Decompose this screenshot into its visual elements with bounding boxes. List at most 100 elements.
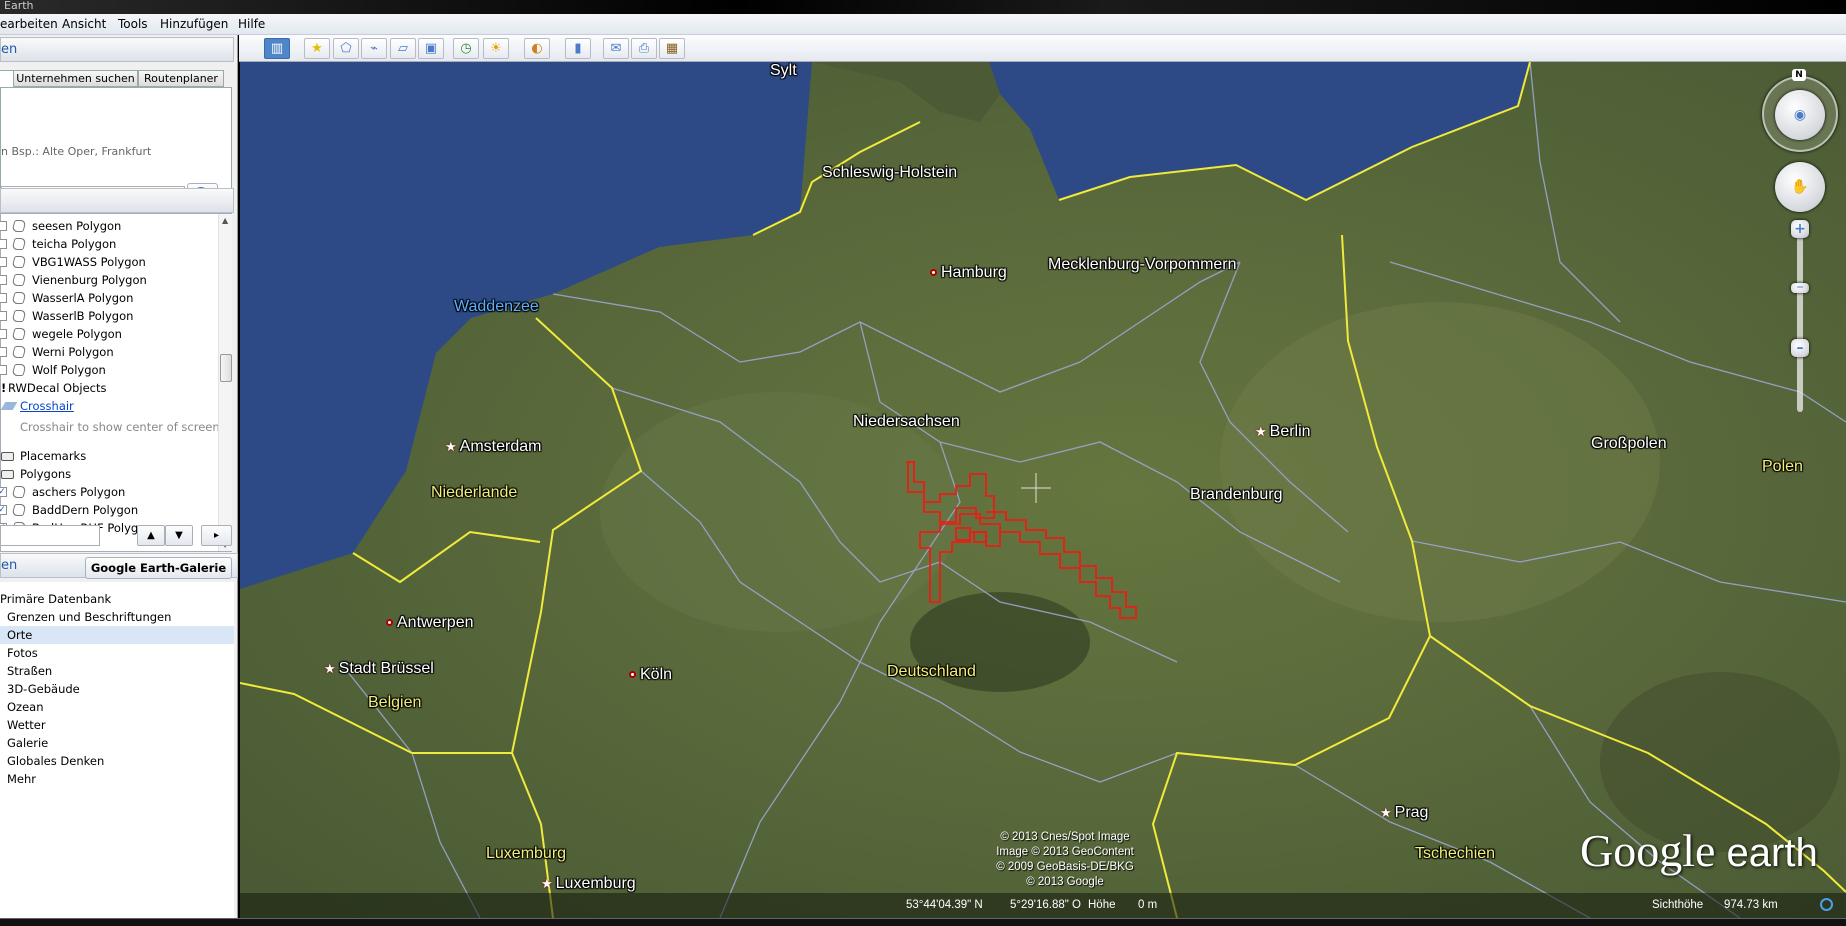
- sidebar-toggle-button[interactable]: ▥: [264, 38, 290, 59]
- layer-item-label: Primäre Datenbank: [0, 592, 112, 606]
- record-tour-button[interactable]: ▣: [418, 38, 444, 59]
- record-tour-icon: ▣: [424, 41, 438, 56]
- map-view[interactable]: Schleswig-Holstein Hamburg Mecklenburg-Vor…: [240, 62, 1846, 918]
- scrollbar-thumb[interactable]: [220, 354, 232, 382]
- places-scrollbar[interactable]: ▲ ▼: [218, 214, 232, 551]
- visibility-checkbox[interactable]: [0, 311, 7, 321]
- map-label[interactable]: Niedersachsen: [853, 413, 960, 431]
- map-label[interactable]: Luxemburg: [486, 845, 566, 863]
- visibility-checkbox[interactable]: [0, 293, 7, 303]
- expand-button[interactable]: ▸: [201, 525, 232, 546]
- map-label[interactable]: Sylt: [770, 62, 797, 80]
- map-label-text: Großpolen: [1591, 435, 1667, 452]
- map-label[interactable]: ★ Prag: [1380, 804, 1428, 822]
- layer-item[interactable]: Wetter: [0, 716, 234, 734]
- layer-item[interactable]: Straßen: [0, 662, 234, 680]
- map-label[interactable]: Tschechien: [1415, 845, 1495, 863]
- map-label-text: Tschechien: [1415, 845, 1496, 862]
- print-button[interactable]: ⎙: [631, 38, 657, 59]
- map-label-text: Belgien: [368, 694, 422, 711]
- map-label[interactable]: Polen: [1762, 458, 1803, 476]
- map-label[interactable]: ★ Luxemburg: [541, 875, 636, 893]
- tab-route-planner[interactable]: Routenplaner: [138, 70, 224, 87]
- layer-item[interactable]: Orte: [0, 626, 234, 644]
- place-item-label[interactable]: Crosshair: [20, 397, 74, 415]
- menu-bearbeiten[interactable]: earbeiten: [0, 17, 58, 31]
- map-label[interactable]: Hamburg: [930, 264, 1007, 282]
- sunlight-button[interactable]: ☀: [483, 38, 509, 59]
- add-image-overlay-button[interactable]: ▱: [390, 38, 416, 59]
- add-placemark-button[interactable]: ★: [304, 38, 330, 59]
- save-image-button[interactable]: ▦: [659, 38, 685, 59]
- move-up-button[interactable]: ▲: [137, 525, 165, 546]
- move-down-button[interactable]: ▼: [165, 525, 193, 546]
- layer-item[interactable]: Galerie: [0, 734, 234, 752]
- places-panel-header[interactable]: [0, 188, 234, 213]
- menu-hilfe[interactable]: Hilfe: [238, 17, 265, 31]
- menu-ansicht[interactable]: Ansicht: [62, 17, 106, 31]
- switch-planet-button[interactable]: ◐: [524, 38, 550, 59]
- places-filter-input[interactable]: [0, 525, 100, 546]
- map-label[interactable]: Belgien: [368, 694, 421, 712]
- map-label[interactable]: Schleswig-Holstein: [822, 164, 957, 182]
- visibility-checkbox[interactable]: ✓: [0, 487, 7, 497]
- copyright-line: Image © 2013 GeoContent: [996, 846, 1134, 858]
- zoom-slider-track[interactable]: [1797, 222, 1803, 412]
- layer-item[interactable]: 3D-Gebäude: [0, 680, 234, 698]
- map-label-text: Prag: [1394, 804, 1429, 821]
- scroll-up-icon[interactable]: ▲: [222, 216, 228, 225]
- tab-search[interactable]: [0, 70, 14, 87]
- map-label-text: Sylt: [770, 62, 797, 79]
- layer-item[interactable]: Grenzen und Beschriftungen: [0, 608, 234, 626]
- capital-star-icon: ★: [1380, 805, 1392, 820]
- add-path-button[interactable]: ⌁: [361, 38, 387, 59]
- zoom-slider-thumb[interactable]: –: [1791, 280, 1809, 294]
- layer-item[interactable]: Mehr: [0, 770, 234, 788]
- visibility-checkbox[interactable]: [0, 239, 7, 249]
- tab-business-search[interactable]: Unternehmen suchen: [13, 70, 138, 87]
- layer-item[interactable]: Globales Denken: [0, 752, 234, 770]
- layer-item[interactable]: Fotos: [0, 644, 234, 662]
- visibility-checkbox[interactable]: [0, 257, 7, 267]
- map-label[interactable]: Niederlande: [431, 484, 517, 502]
- look-joystick[interactable]: ◉: [1775, 90, 1825, 140]
- zoom-in-button[interactable]: +: [1791, 220, 1809, 238]
- map-label[interactable]: Mecklenburg-Vorpommern: [1048, 256, 1237, 274]
- visibility-checkbox[interactable]: ✓: [0, 505, 7, 515]
- visibility-checkbox[interactable]: [0, 221, 7, 231]
- map-label[interactable]: Deutschland: [887, 663, 976, 681]
- compass-north[interactable]: N: [1792, 69, 1806, 81]
- map-label[interactable]: ★ Berlin: [1255, 423, 1311, 441]
- visibility-checkbox[interactable]: [0, 365, 7, 375]
- visibility-checkbox[interactable]: [0, 329, 7, 339]
- place-item-label: WasserlB Polygon: [32, 309, 134, 323]
- ruler-button[interactable]: ▮: [565, 38, 591, 59]
- layer-item[interactable]: Primäre Datenbank: [0, 590, 234, 608]
- capital-star-icon: ★: [1255, 424, 1267, 439]
- map-label[interactable]: Köln: [629, 666, 672, 684]
- map-label[interactable]: Großpolen: [1591, 435, 1667, 453]
- layer-item[interactable]: Ozean: [0, 698, 234, 716]
- place-item-label: seesen Polygon: [32, 219, 122, 233]
- menu-hinzufuegen[interactable]: Hinzufügen: [160, 17, 228, 31]
- map-label[interactable]: ★ Amsterdam: [445, 438, 541, 456]
- menu-tools[interactable]: Tools: [118, 17, 148, 31]
- historical-imagery-button[interactable]: ◷: [453, 38, 479, 59]
- map-label[interactable]: ★ Stadt Brüssel: [324, 660, 434, 678]
- zoom-out-button[interactable]: –: [1791, 339, 1809, 357]
- google-earth-gallery-button[interactable]: Google Earth-Galerie »: [85, 557, 232, 595]
- capital-star-icon: ★: [324, 661, 336, 676]
- map-label[interactable]: Waddenzee: [454, 298, 539, 316]
- email-button[interactable]: ✉: [603, 38, 629, 59]
- visibility-checkbox[interactable]: [0, 347, 7, 357]
- move-joystick[interactable]: ✋: [1775, 162, 1825, 212]
- search-panel-header[interactable]: en: [0, 37, 234, 62]
- city-marker-icon: [629, 671, 636, 678]
- visibility-checkbox[interactable]: [0, 275, 7, 285]
- add-polygon-button[interactable]: ⬠: [333, 38, 359, 59]
- map-label-text: Antwerpen: [397, 614, 474, 631]
- layer-item-label: Mehr: [7, 772, 37, 786]
- map-label[interactable]: Antwerpen: [386, 614, 474, 632]
- email-icon: ✉: [610, 41, 622, 56]
- map-label[interactable]: Brandenburg: [1190, 486, 1283, 504]
